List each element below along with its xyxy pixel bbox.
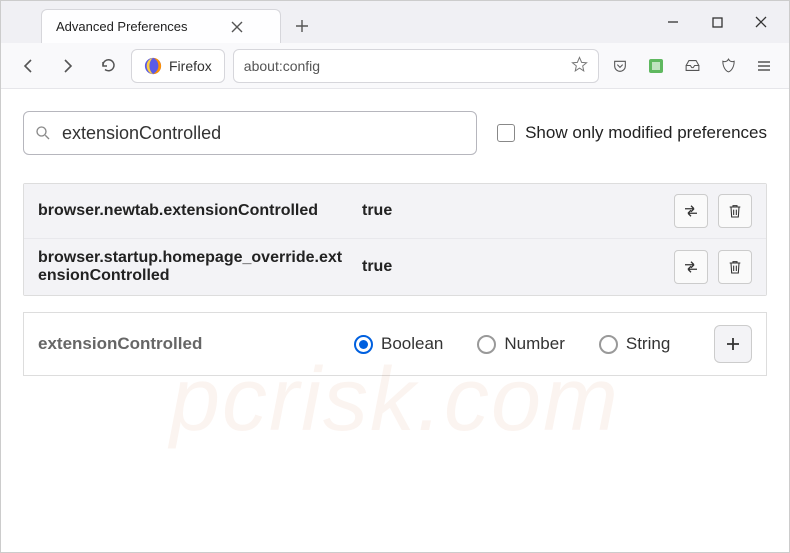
radio-icon	[599, 335, 618, 354]
delete-button[interactable]	[718, 194, 752, 228]
radio-string[interactable]: String	[599, 334, 670, 354]
url-text: about:config	[244, 58, 320, 74]
toggle-button[interactable]	[674, 194, 708, 228]
radio-icon	[354, 335, 373, 354]
maximize-button[interactable]	[695, 7, 739, 37]
show-modified-checkbox[interactable]: Show only modified preferences	[497, 123, 767, 143]
pocket-icon[interactable]	[605, 49, 635, 83]
extension-icon[interactable]	[641, 49, 671, 83]
checkbox-icon	[497, 124, 515, 142]
pref-row[interactable]: browser.newtab.extensionControlled true	[24, 184, 766, 239]
hamburger-menu-icon[interactable]	[749, 49, 779, 83]
type-radios: Boolean Number String	[354, 334, 670, 354]
radio-label: String	[626, 334, 670, 354]
shield-icon[interactable]	[713, 49, 743, 83]
pref-search-input[interactable]: extensionControlled	[23, 111, 477, 155]
add-pref-button[interactable]	[714, 325, 752, 363]
pref-name: browser.newtab.extensionControlled	[38, 202, 348, 220]
search-icon	[34, 124, 52, 142]
titlebar: Advanced Preferences	[1, 1, 789, 43]
pref-value: true	[362, 202, 660, 220]
radio-label: Number	[504, 334, 564, 354]
delete-button[interactable]	[718, 250, 752, 284]
radio-icon	[477, 335, 496, 354]
bookmark-star-icon[interactable]	[571, 56, 588, 76]
radio-label: Boolean	[381, 334, 443, 354]
add-pref-row: extensionControlled Boolean Number Strin…	[23, 312, 767, 376]
pref-name: browser.startup.homepage_override.extens…	[38, 249, 348, 285]
new-tab-button[interactable]	[287, 11, 317, 41]
inbox-icon[interactable]	[677, 49, 707, 83]
close-tab-icon[interactable]	[228, 18, 246, 36]
toggle-button[interactable]	[674, 250, 708, 284]
pref-row[interactable]: browser.startup.homepage_override.extens…	[24, 239, 766, 295]
reload-button[interactable]	[91, 49, 125, 83]
forward-button[interactable]	[51, 49, 85, 83]
browser-tab[interactable]: Advanced Preferences	[41, 9, 281, 43]
identity-label: Firefox	[169, 58, 212, 74]
pref-value: true	[362, 258, 660, 276]
back-button[interactable]	[11, 49, 45, 83]
firefox-logo-icon	[144, 57, 162, 75]
minimize-button[interactable]	[651, 7, 695, 37]
checkbox-label: Show only modified preferences	[525, 123, 767, 143]
search-value: extensionControlled	[62, 123, 466, 144]
pref-list: browser.newtab.extensionControlled true …	[23, 183, 767, 296]
nav-toolbar: Firefox about:config	[1, 43, 789, 89]
about-config-content: extensionControlled Show only modified p…	[1, 89, 789, 552]
url-bar[interactable]: about:config	[233, 49, 599, 83]
identity-box[interactable]: Firefox	[131, 49, 225, 83]
tab-title: Advanced Preferences	[56, 19, 188, 34]
radio-boolean[interactable]: Boolean	[354, 334, 443, 354]
add-pref-name: extensionControlled	[38, 334, 338, 354]
radio-number[interactable]: Number	[477, 334, 564, 354]
close-window-button[interactable]	[739, 7, 783, 37]
